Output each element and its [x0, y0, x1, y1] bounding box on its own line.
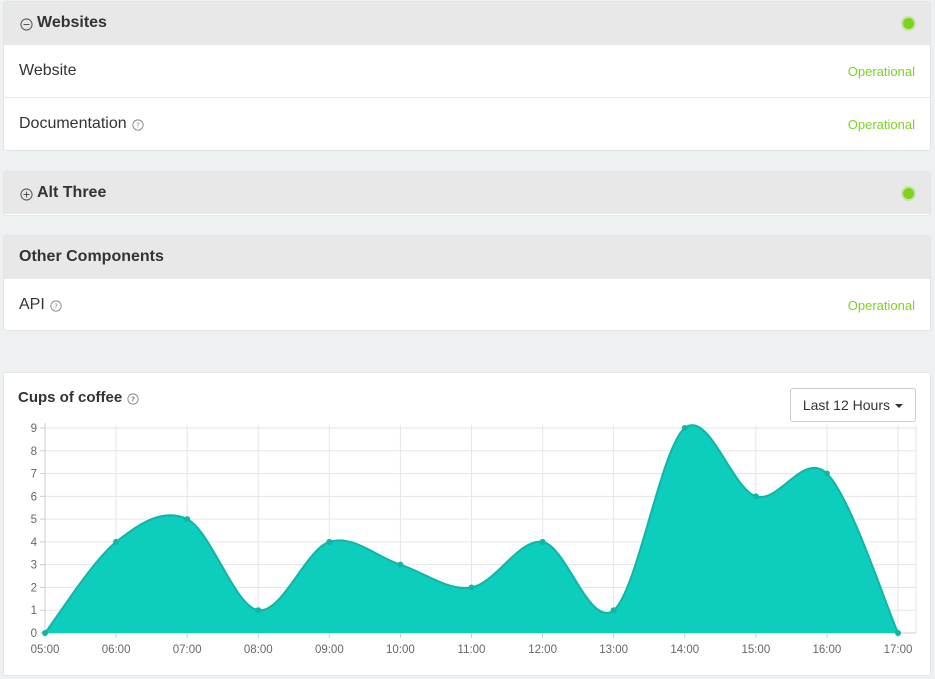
x-tick-label: 07:00 [173, 644, 202, 656]
x-tick-label: 15:00 [741, 644, 770, 656]
coffee-chart: 0 1 2 3 4 5 6 7 8 9 05:00 06:00 07:00 08:00 09:00 10:00… [31, 423, 917, 656]
series-point [895, 630, 901, 636]
svg-text:?: ? [136, 121, 140, 130]
group-title: Other Components [19, 248, 164, 265]
series-point [468, 584, 475, 591]
component-name: API [19, 296, 45, 313]
y-tick-label: 2 [31, 582, 37, 594]
metric-panel: Cups of coffee ? Last 12 Hours 012345678… [3, 372, 931, 676]
y-tick-label: 9 [31, 423, 37, 435]
y-tick-label: 5 [31, 514, 37, 526]
component-status: Operational [847, 116, 915, 132]
component-group-alt-three: Alt Three [3, 171, 931, 216]
group-title: Websites [37, 14, 107, 31]
component-group-websites: Websites Website Operational Documentati… [3, 1, 931, 151]
series-point [823, 470, 830, 477]
series-point [184, 516, 191, 523]
x-tick-label: 09:00 [315, 644, 344, 656]
y-tick-label: 8 [31, 446, 37, 458]
svg-text:?: ? [54, 302, 58, 311]
component-status: Operational [847, 297, 915, 313]
series-point [610, 607, 617, 614]
x-tick-label: 08:00 [244, 644, 273, 656]
y-tick-label: 4 [31, 537, 38, 549]
x-tick-label: 12:00 [528, 644, 557, 656]
component-name: Documentation [19, 115, 127, 132]
component-row-website: Website Operational [4, 44, 930, 97]
component-name: Website [19, 62, 77, 79]
x-tick-label: 11:00 [458, 644, 486, 656]
question-circle-icon[interactable]: ? [132, 119, 144, 131]
series-point [255, 607, 262, 614]
group-status-dot [903, 188, 914, 199]
y-tick-label: 7 [31, 469, 37, 481]
x-tick-label: 17:00 [884, 644, 913, 656]
component-group-other: Other Components API ? Operational [3, 235, 931, 331]
group-header-other: Other Components [4, 236, 930, 278]
series-point [42, 630, 48, 636]
series-point [397, 561, 404, 568]
group-header-alt-three[interactable]: Alt Three [4, 172, 930, 214]
x-tick-label: 14:00 [670, 644, 699, 656]
series-point [326, 538, 333, 545]
series-point [539, 538, 546, 545]
component-row-documentation: Documentation ? Operational [4, 97, 930, 150]
series-point [752, 493, 759, 500]
component-row-api: API ? Operational [4, 278, 930, 330]
series-point [113, 538, 120, 545]
y-tick-label: 6 [31, 491, 37, 503]
x-tick-label: 16:00 [813, 644, 842, 656]
y-tick-label: 3 [31, 560, 37, 572]
question-circle-icon[interactable]: ? [50, 300, 62, 312]
x-tick-label: 05:00 [31, 644, 60, 656]
group-header-websites[interactable]: Websites [4, 2, 930, 44]
plus-circle-icon[interactable] [20, 187, 33, 201]
component-status: Operational [847, 63, 915, 79]
y-tick-label: 0 [31, 628, 37, 640]
series-point [681, 425, 688, 431]
x-tick-label: 10:00 [386, 644, 415, 656]
x-tick-label: 13:00 [599, 644, 628, 656]
minus-circle-icon[interactable] [20, 17, 33, 31]
y-tick-label: 1 [31, 605, 37, 617]
group-title: Alt Three [37, 184, 107, 201]
group-status-dot [903, 18, 914, 29]
x-tick-label: 06:00 [102, 644, 131, 656]
